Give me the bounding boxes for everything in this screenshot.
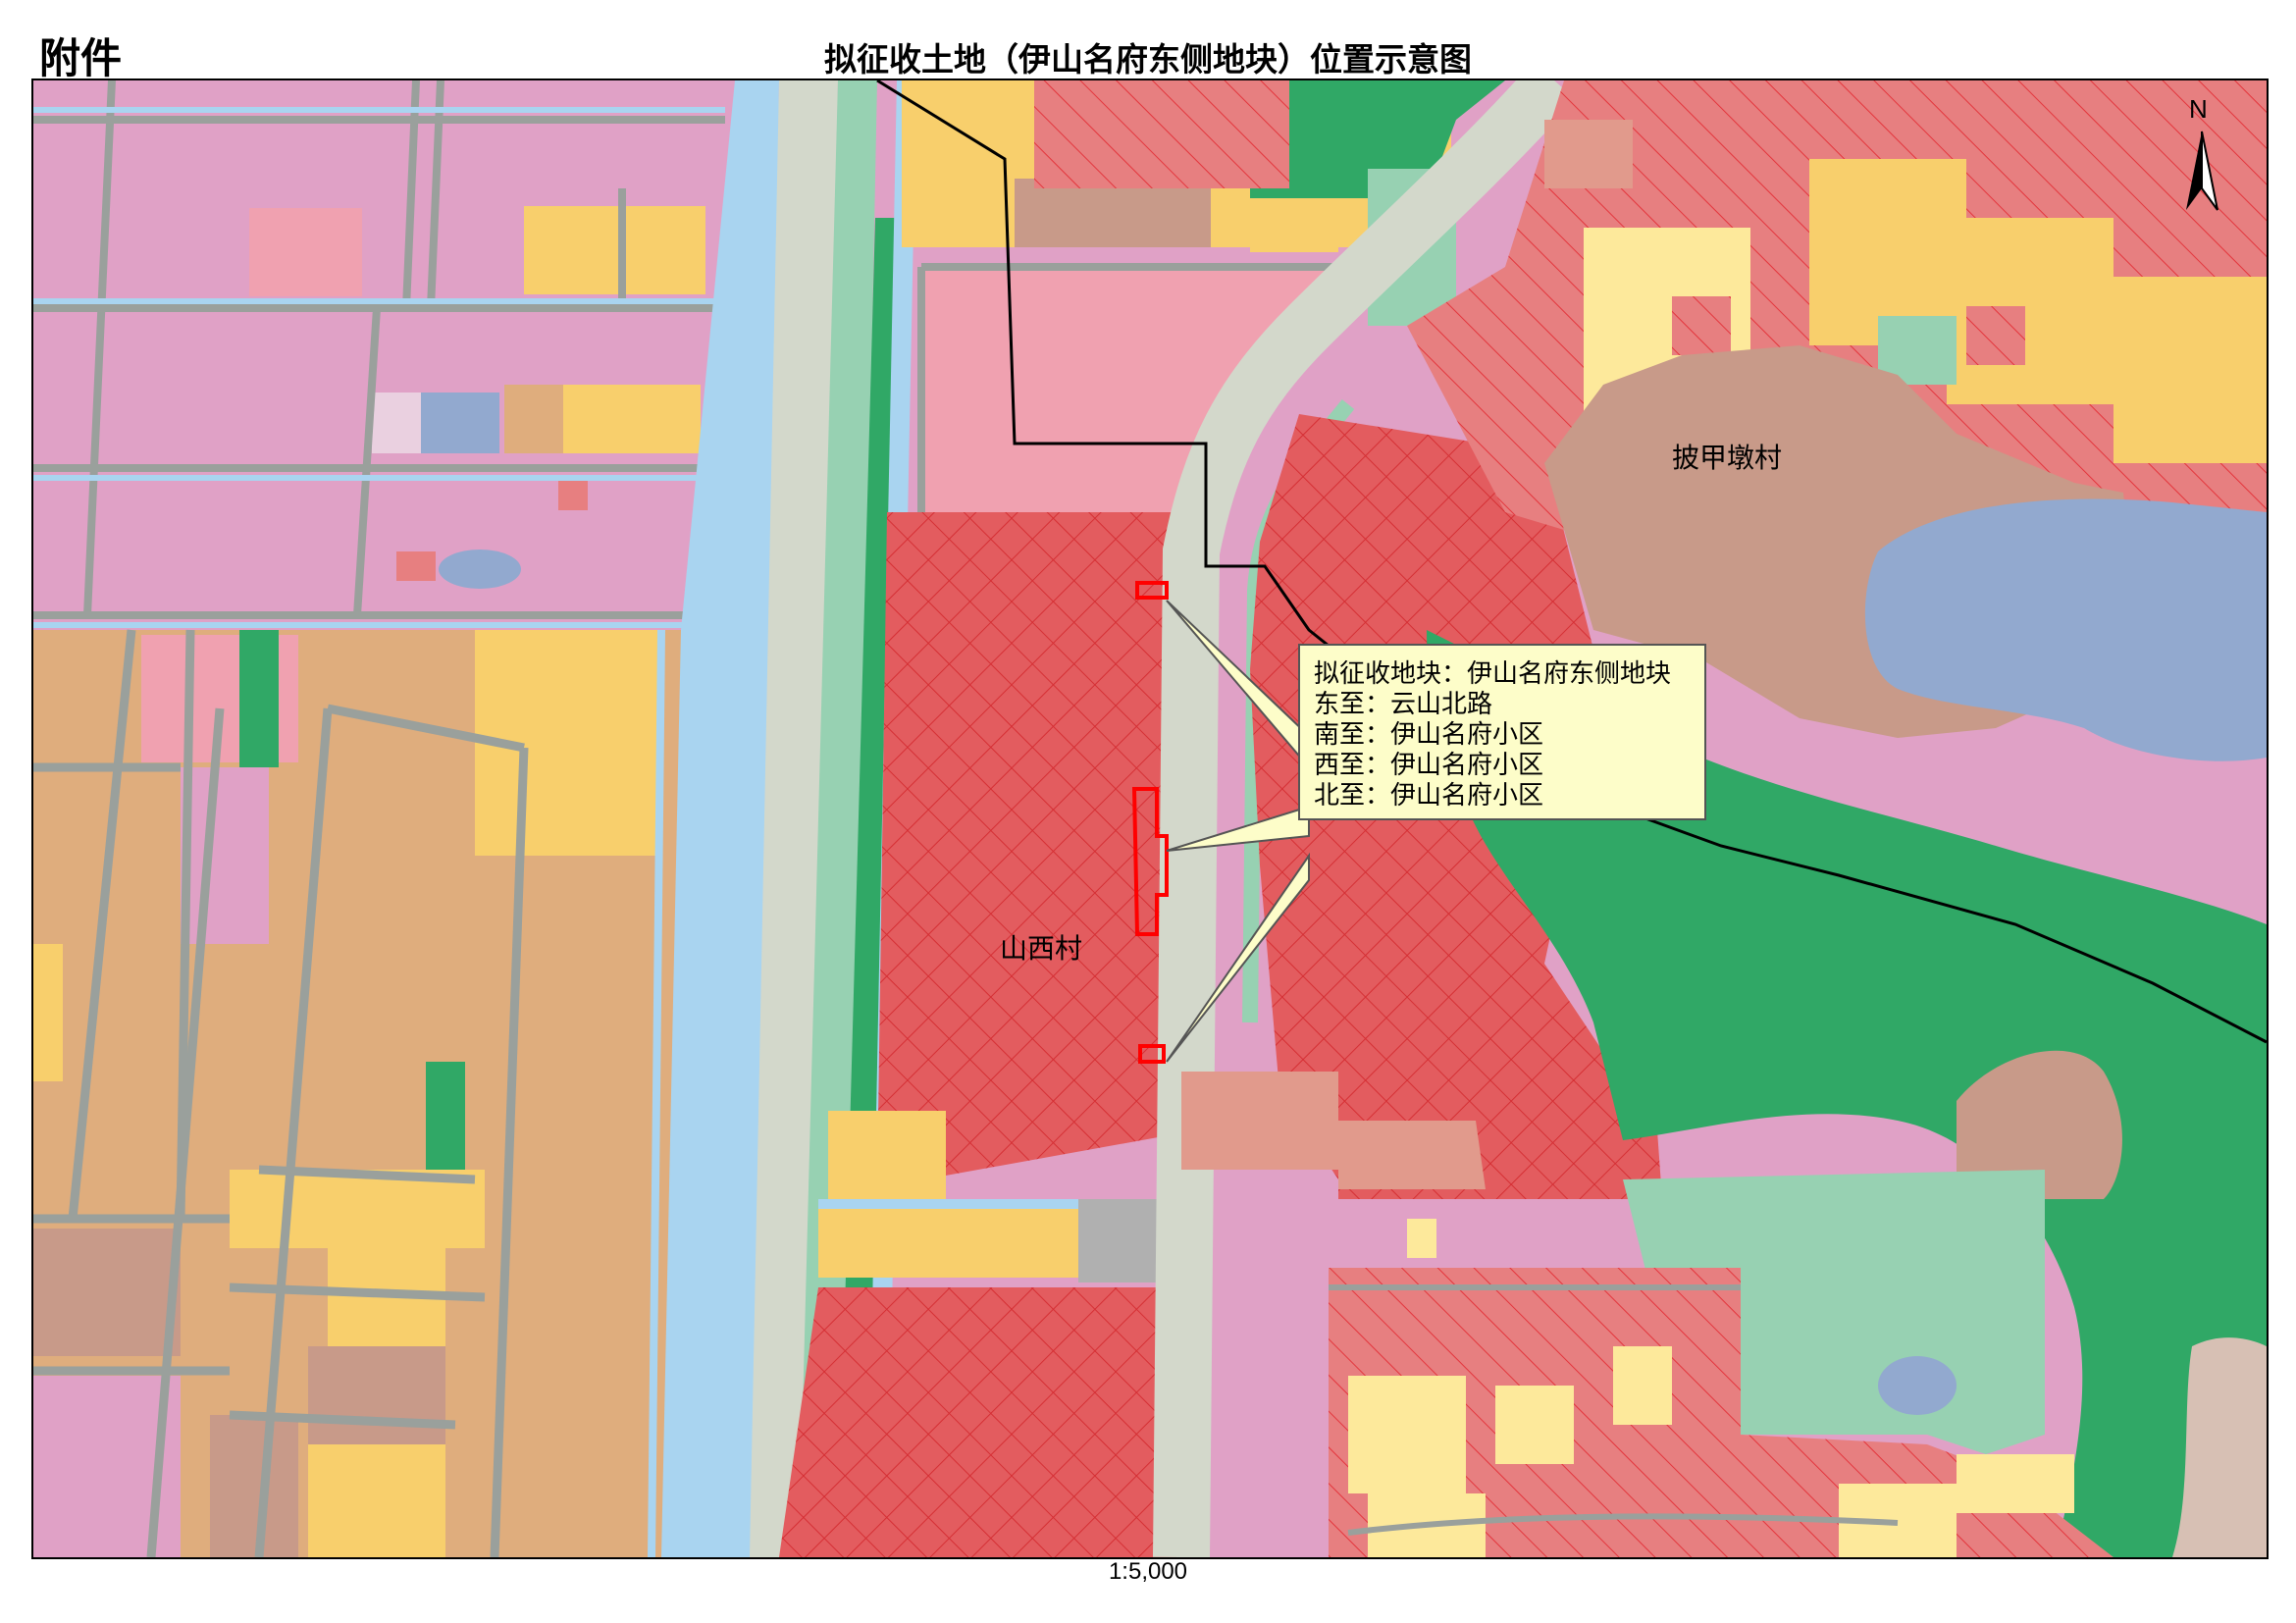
north-arrow: N bbox=[2180, 94, 2223, 212]
place-label-shanxi: 山西村 bbox=[1000, 932, 1082, 965]
scale-label: 1:5,000 bbox=[1108, 1558, 1188, 1585]
land-use-map: 披甲墩村 山西村 bbox=[33, 80, 2267, 1557]
north-label: N bbox=[2189, 94, 2208, 124]
callout-line-west: 西至：伊山名府小区 bbox=[1314, 751, 1544, 780]
callout-line-south: 南至：伊山名府小区 bbox=[1314, 720, 1544, 750]
map-frame[interactable]: 披甲墩村 山西村 bbox=[31, 79, 2269, 1559]
callout-line-north: 北至：伊山名府小区 bbox=[1314, 781, 1544, 811]
residential-zone-west bbox=[33, 80, 725, 630]
map-title: 拟征收土地（伊山名府东侧地块）位置示意图 bbox=[824, 40, 1472, 79]
parcel-info-callout: 拟征收地块：伊山名府东侧地块 东至：云山北路 南至：伊山名府小区 西至：伊山名府… bbox=[1298, 644, 1706, 820]
callout-line-east: 东至：云山北路 bbox=[1314, 690, 1493, 719]
callout-line-parcel: 拟征收地块：伊山名府东侧地块 bbox=[1314, 659, 1672, 689]
shanxi-village-zone bbox=[877, 512, 1206, 1184]
place-label-pijiadun: 披甲墩村 bbox=[1672, 442, 1782, 474]
